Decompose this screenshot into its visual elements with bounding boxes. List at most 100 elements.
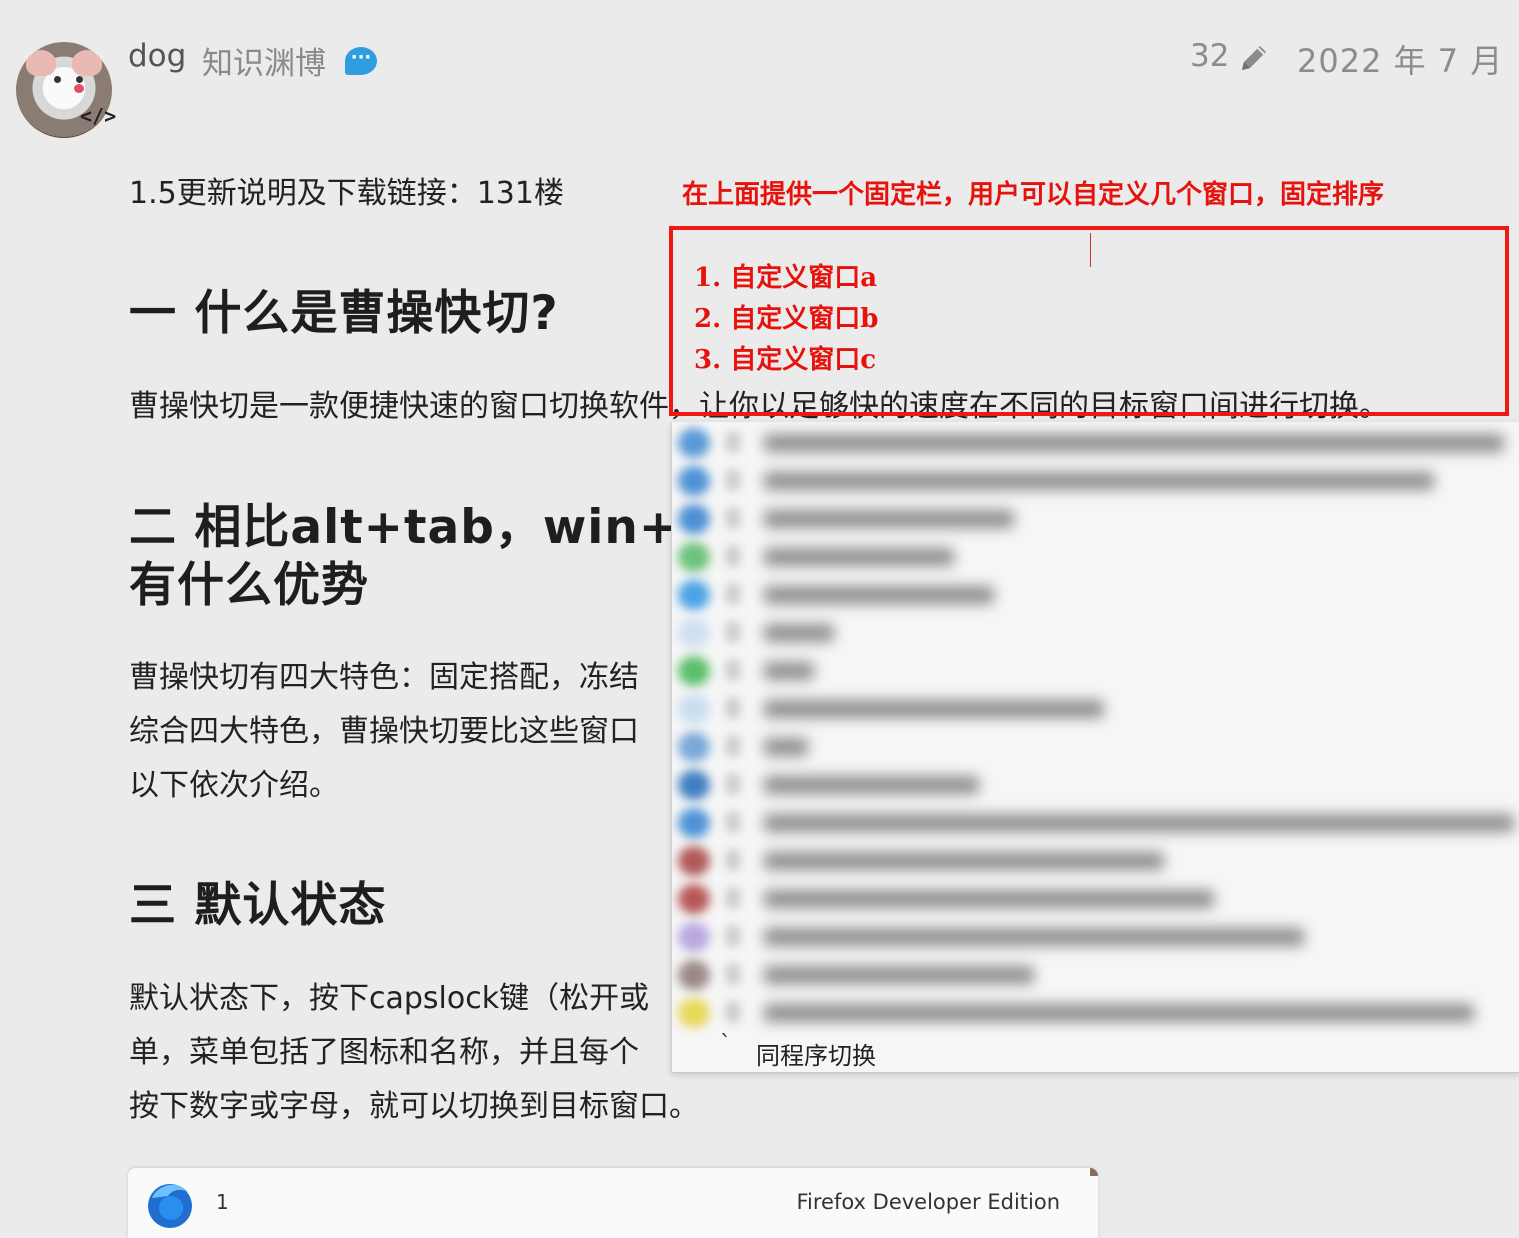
menu-item[interactable] — [672, 576, 1519, 614]
menu-item[interactable] — [672, 728, 1519, 766]
menu-item-key — [726, 470, 740, 490]
menu-item-title — [764, 700, 1104, 718]
annotation-item: 1. 自定义窗口a — [694, 263, 878, 293]
app-icon — [678, 808, 710, 838]
menu-item-title — [764, 966, 1034, 984]
pencil-icon[interactable] — [1238, 40, 1270, 74]
menu-item-title: Firefox Developer Edition — [796, 1190, 1060, 1214]
annotation-note: 在上面提供一个固定栏，用户可以自定义几个窗口，固定排序 — [682, 180, 1385, 210]
menu-item-title — [764, 548, 954, 566]
app-icon — [678, 770, 710, 800]
app-icon — [678, 466, 710, 496]
menu-item-key — [726, 774, 740, 794]
menu-item-key — [726, 926, 740, 946]
menu-item-title — [764, 434, 1504, 452]
menu-item[interactable] — [672, 614, 1519, 652]
app-icon — [678, 504, 710, 534]
menu-item-title — [764, 586, 994, 604]
menu-item[interactable] — [672, 766, 1519, 804]
menu-item-key — [726, 622, 740, 642]
menu-item-title — [764, 472, 1434, 490]
edit-count[interactable]: 32 — [1190, 38, 1229, 74]
app-icon — [678, 580, 710, 610]
paragraph-features-line2: 综合四大特色，曹操快切要比这些窗口 — [129, 714, 639, 749]
app-icon — [678, 884, 710, 914]
paragraph-features-line1: 曹操快切有四大特色：固定搭配，冻结 — [129, 660, 639, 695]
paragraph-intro: 曹操快切是一款便捷快速的窗口切换软件，让你以足够快的速度在不同的目标窗口间进行切… — [129, 389, 1389, 424]
menu-item-title — [764, 890, 1214, 908]
menu-item[interactable] — [672, 652, 1519, 690]
app-icon — [678, 694, 710, 724]
menu-item-key — [726, 508, 740, 528]
forum-post: </> dog 知识渊博 ··· 32 2022 年 7 月 1.5更新说明及下… — [0, 0, 1519, 1238]
window-switcher-menu: ` 同程序切换 — [671, 422, 1519, 1073]
menu-item-title — [764, 738, 808, 756]
menu-item-key — [726, 812, 740, 832]
app-icon — [678, 618, 710, 648]
annotation-item: 3. 自定义窗口c — [694, 345, 877, 375]
heading-what-is: 一 什么是曹操快切? — [129, 286, 559, 341]
menu-item-key — [726, 964, 740, 984]
user-full-name: 知识渊博 — [202, 46, 326, 82]
avatar-eye — [76, 76, 83, 83]
menu-item-title — [764, 814, 1514, 832]
paragraph-features-line3: 以下依次介绍。 — [129, 768, 339, 803]
same-program-switch-item[interactable]: 同程序切换 — [756, 1036, 876, 1071]
card-corner — [1090, 1168, 1098, 1176]
menu-item[interactable] — [672, 500, 1519, 538]
menu-item-title — [764, 662, 814, 680]
menu-item-key — [726, 850, 740, 870]
avatar-eye — [54, 76, 61, 83]
app-icon — [678, 428, 710, 458]
avatar-ear — [26, 50, 56, 76]
menu-item-key — [726, 432, 740, 452]
menu-item[interactable] — [672, 462, 1519, 500]
username[interactable]: dog — [128, 38, 186, 74]
menu-item-key — [726, 698, 740, 718]
menu-item[interactable] — [672, 880, 1519, 918]
menu-item[interactable] — [672, 956, 1519, 994]
app-icon — [678, 998, 710, 1028]
app-icon — [678, 542, 710, 572]
text-caret — [1090, 233, 1091, 267]
app-icon — [678, 846, 710, 876]
menu-item-title — [764, 776, 979, 794]
menu-item-key — [726, 736, 740, 756]
avatar-ear — [72, 50, 102, 76]
paragraph-default-line1: 默认状态下，按下capslock键（松开或 — [129, 981, 650, 1016]
paragraph-default-line2: 单，菜单包括了图标和名称，并且每个 — [129, 1035, 639, 1070]
menu-item[interactable] — [672, 918, 1519, 956]
annotation-item: 2. 自定义窗口b — [694, 304, 879, 334]
embedded-screenshot: 1 Firefox Developer Edition — [128, 1168, 1098, 1238]
app-icon — [678, 960, 710, 990]
post-date[interactable]: 2022 年 7 月 — [1297, 36, 1503, 82]
heading-default-state: 三 默认状态 — [129, 878, 387, 933]
menu-item-key — [726, 660, 740, 680]
menu-item-title — [764, 510, 1014, 528]
menu-item[interactable] — [672, 538, 1519, 576]
menu-item[interactable] — [672, 424, 1519, 462]
paragraph-default-line3: 按下数字或字母，就可以切换到目标窗口。 — [129, 1089, 699, 1124]
app-icon — [678, 732, 710, 762]
app-icon — [678, 922, 710, 952]
menu-item[interactable] — [672, 804, 1519, 842]
avatar-nose — [74, 84, 84, 93]
menu-item[interactable] — [672, 842, 1519, 880]
menu-item-key: 1 — [216, 1190, 229, 1214]
menu-item[interactable] — [672, 690, 1519, 728]
menu-item-title — [764, 852, 1164, 870]
menu-footer-key: ` — [720, 1032, 731, 1057]
menu-item-key — [726, 1002, 740, 1022]
heading-advantages-line2: 有什么优势 — [129, 558, 369, 613]
menu-item-key — [726, 888, 740, 908]
menu-item-title — [764, 1004, 1474, 1022]
app-icon — [678, 656, 710, 686]
update-info-line: 1.5更新说明及下载链接：131楼 — [129, 176, 564, 211]
code-badge-icon: </> — [80, 104, 117, 128]
menu-item-title — [764, 928, 1304, 946]
firefox-icon — [148, 1184, 192, 1228]
chat-bubble-icon[interactable]: ··· — [345, 47, 377, 75]
menu-item-key — [726, 584, 740, 604]
menu-item-title — [764, 624, 834, 642]
menu-item[interactable] — [672, 994, 1519, 1032]
